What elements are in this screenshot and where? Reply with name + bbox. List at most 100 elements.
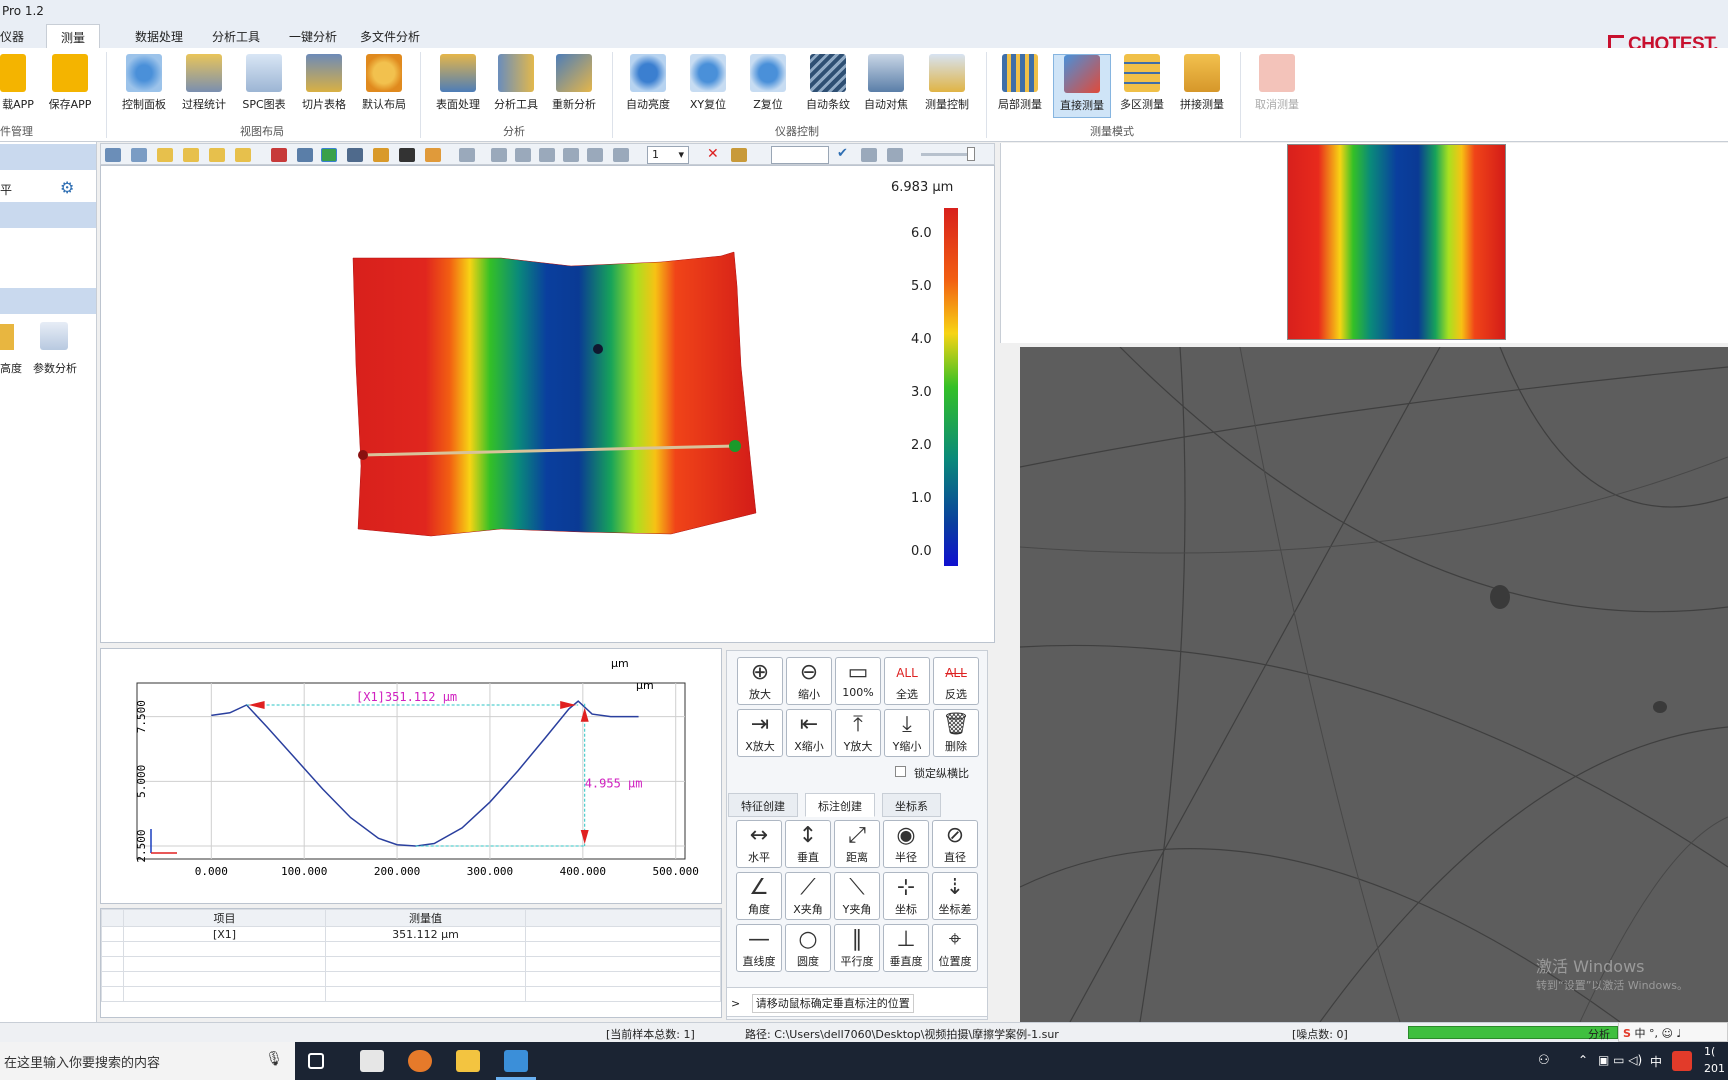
grid-icon[interactable] [271, 148, 287, 162]
auto-brightness-button[interactable]: 自动亮度 [620, 54, 676, 112]
surface-3d-view[interactable]: 6.983 µm 6.0 5.0 4.0 3.0 2.0 1.0 0.0 [100, 165, 995, 643]
auto-fringe-button[interactable]: 自动条纹 [800, 54, 856, 112]
delete-button[interactable]: 🗑 删除 [933, 709, 979, 757]
tab-measure[interactable]: 测量 [46, 24, 101, 50]
slice-table-button[interactable]: 切片表格 [296, 54, 352, 112]
view-iso-icon[interactable] [105, 148, 121, 162]
parameter-analysis-label[interactable]: 参数分析 [33, 360, 77, 376]
x-angle-button[interactable]: ⟋ X夹角 [785, 872, 831, 920]
tab-one-click-analysis[interactable]: 一键分析 [289, 28, 337, 45]
palette-icon[interactable] [425, 148, 441, 162]
stitch-measure-button[interactable]: 拼接测量 [1174, 54, 1230, 112]
cube-front-icon[interactable] [157, 148, 173, 162]
angle-button[interactable]: ∠ 角度 [736, 872, 782, 920]
multi-area-measure-button[interactable]: 多区测量 [1114, 54, 1170, 112]
y-zoom-in-button[interactable]: ⤒ Y放大 [835, 709, 881, 757]
coordinate-button[interactable]: ⊹ 坐标 [883, 872, 929, 920]
cube-side-icon[interactable] [209, 148, 225, 162]
microphone-icon[interactable]: 🎙 [265, 1051, 283, 1067]
file-explorer-icon[interactable] [456, 1050, 480, 1072]
app-browser-icon[interactable] [408, 1050, 432, 1072]
zoom-in-button[interactable]: ⊕ 放大 [737, 657, 783, 705]
axis-icon[interactable] [347, 148, 363, 162]
taskbar-search-box[interactable]: 在这里输入你要搜索的内容 🎙 [0, 1042, 295, 1080]
profile-chart-panel[interactable]: 0.000 100.000 200.000 300.000 400.000 500.000… [100, 648, 722, 904]
zoom-100-button[interactable]: ▭ 100% [835, 657, 881, 705]
analysis-tools-button[interactable]: 分析工具 [488, 54, 544, 112]
tray-chevron-icon[interactable]: ⌃ [1578, 1053, 1588, 1067]
z-reset-button[interactable]: Z复位 [740, 54, 796, 112]
diameter-button[interactable]: ⊘ 直径 [932, 820, 978, 868]
delete-x-icon[interactable]: ✕ [707, 146, 719, 162]
x-zoom-in-button[interactable]: ⇥ X放大 [737, 709, 783, 757]
measure-control-button[interactable]: 测量控制 [918, 54, 976, 112]
table-row[interactable]: [X1] 351.112 µm [101, 926, 721, 942]
left-panel-item[interactable]: 平 [0, 181, 12, 198]
camera-live-view[interactable]: 激活 Windows 转到“设置”以激活 Windows。 [1020, 347, 1728, 1022]
y-zoom-out-button[interactable]: ⤓ Y缩小 [884, 709, 930, 757]
profile-chart[interactable]: 0.000 100.000 200.000 300.000 400.000 500.000… [101, 649, 721, 903]
slider-handle[interactable] [967, 147, 975, 161]
height-label[interactable]: 高度 [0, 360, 22, 376]
grid-dots-icon[interactable] [613, 148, 629, 162]
position-button[interactable]: ⌖ 位置度 [932, 924, 978, 972]
lock-ratio-checkbox[interactable] [895, 766, 906, 777]
profile-end-handle[interactable] [729, 440, 741, 452]
select-all-button[interactable]: ALL 全选 [884, 657, 930, 705]
people-icon[interactable]: ⚇ [1538, 1053, 1550, 1068]
surface-3d-render[interactable] [101, 166, 994, 642]
scale-100-icon[interactable] [861, 148, 877, 162]
tab-feature-create[interactable]: 特征创建 [728, 793, 798, 817]
app-chotest-icon[interactable] [504, 1050, 528, 1072]
direct-measure-button[interactable]: 直接测量 [1053, 54, 1111, 118]
bars-icon[interactable] [297, 148, 313, 162]
texture-icon[interactable] [399, 148, 415, 162]
circle-point-icon[interactable] [563, 148, 579, 162]
cancel-measure-button[interactable]: 取消测量 [1246, 54, 1308, 112]
dots-icon[interactable] [587, 148, 603, 162]
cross-line-icon[interactable] [539, 148, 555, 162]
vertical-line-icon[interactable] [491, 148, 507, 162]
profile-start-handle[interactable] [358, 450, 368, 460]
colorbar-toggle-icon[interactable] [321, 148, 337, 162]
autofocus-button[interactable]: 自动对焦 [858, 54, 914, 112]
coordinate-diff-button[interactable]: ⇣ 坐标差 [932, 872, 978, 920]
zoom-out-button[interactable]: ⊖ 缩小 [786, 657, 832, 705]
ime-toolbar[interactable]: S 中 °, ☺ ♩ [1618, 1022, 1728, 1042]
gear-icon[interactable]: ⚙ [60, 178, 74, 197]
y-angle-button[interactable]: ⟍ Y夹角 [834, 872, 880, 920]
tab-analysis-tools[interactable]: 分析工具 [212, 28, 260, 45]
radius-button[interactable]: ◉ 半径 [883, 820, 929, 868]
local-measure-button[interactable]: 局部测量 [992, 54, 1048, 112]
brush-icon[interactable] [731, 148, 747, 162]
clock-time[interactable]: 1( [1704, 1045, 1715, 1058]
process-stats-button[interactable]: 过程统计 [176, 54, 232, 112]
distance-button[interactable]: ⤢ 距离 [834, 820, 880, 868]
app-paint-icon[interactable] [360, 1050, 384, 1072]
save-app-button[interactable]: 保存APP [44, 54, 96, 112]
cube-back-icon[interactable] [235, 148, 251, 162]
x-zoom-out-button[interactable]: ⇤ X缩小 [786, 709, 832, 757]
xy-reset-button[interactable]: XY复位 [680, 54, 736, 112]
check-icon[interactable]: ✔ [837, 146, 848, 161]
parallelism-button[interactable]: ∥ 平行度 [834, 924, 880, 972]
reset-icon[interactable] [887, 148, 903, 162]
layer-select[interactable]: 1 ▾ [647, 146, 689, 164]
control-panel-button[interactable]: 控制面板 [116, 54, 172, 112]
tab-multi-file-analysis[interactable]: 多文件分析 [360, 28, 420, 45]
tab-annotation-create[interactable]: 标注创建 [805, 793, 875, 817]
fit-view-icon[interactable] [131, 148, 147, 162]
perpendicularity-button[interactable]: ⊥ 垂直度 [883, 924, 929, 972]
task-view-icon[interactable] [308, 1053, 324, 1069]
point-point-icon[interactable] [459, 148, 475, 162]
tray-icons[interactable]: ▣ ▭ ◁) [1598, 1053, 1642, 1067]
straightness-button[interactable]: — 直线度 [736, 924, 782, 972]
clock-date[interactable]: 201 [1704, 1062, 1725, 1075]
surface-treatment-button[interactable]: 表面处理 [430, 54, 486, 112]
height-map-thumbnail[interactable] [1287, 144, 1506, 340]
roundness-button[interactable]: ○ 圆度 [785, 924, 831, 972]
default-layout-button[interactable]: 默认布局 [356, 54, 412, 112]
tab-data-processing[interactable]: 数据处理 [135, 28, 183, 45]
vertical-button[interactable]: ↕ 垂直 [785, 820, 831, 868]
value-input[interactable] [771, 146, 829, 164]
